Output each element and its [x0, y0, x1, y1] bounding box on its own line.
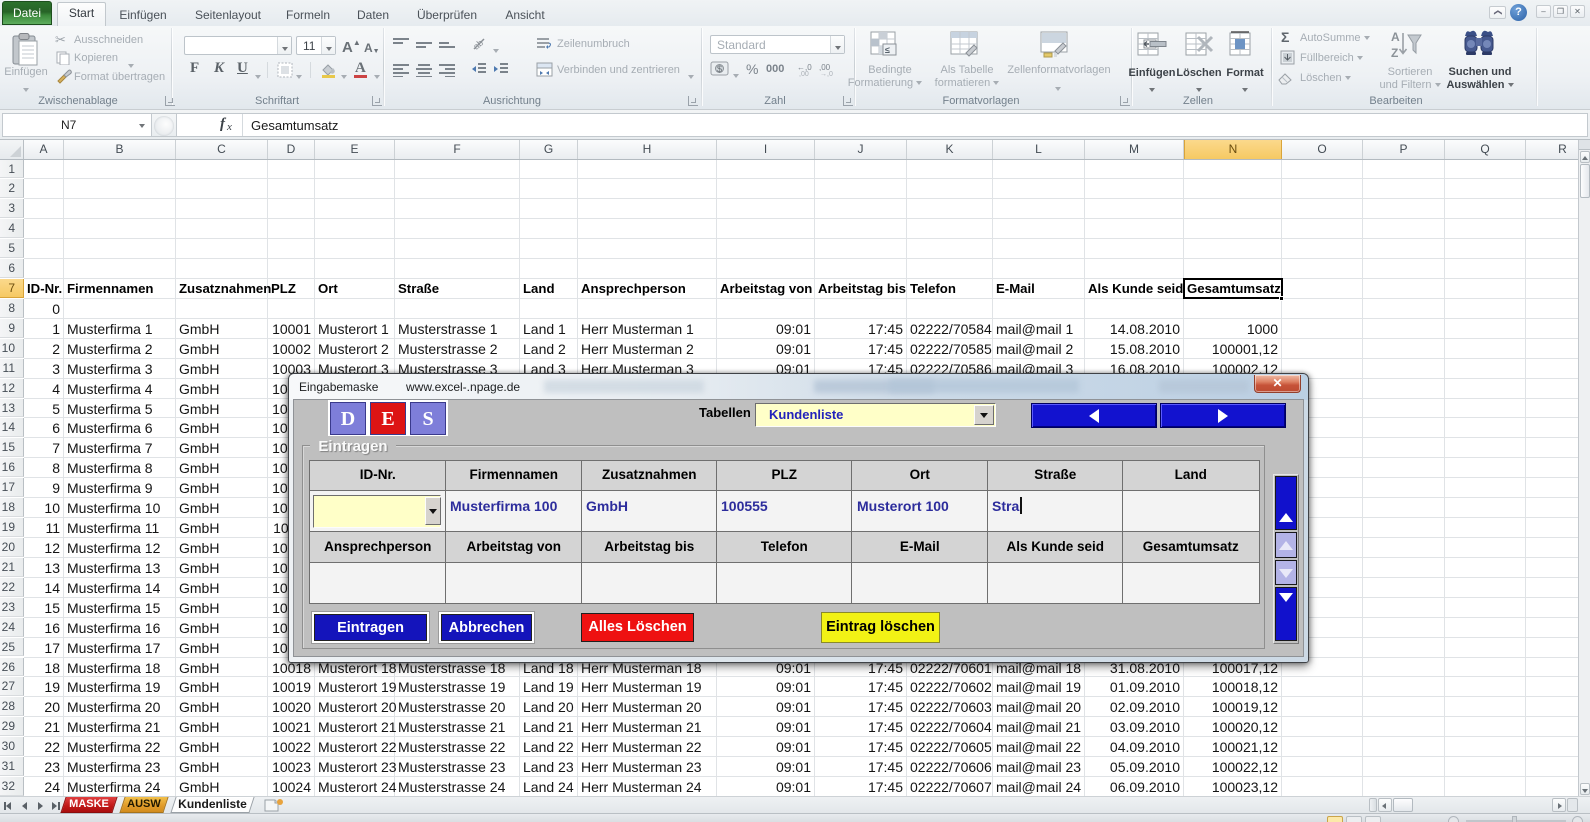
svg-text:→,0: →,0 [820, 71, 833, 77]
svg-text:≤: ≤ [885, 45, 890, 55]
svg-text:A: A [1391, 30, 1400, 44]
svg-text:,00: ,00 [799, 71, 809, 77]
svg-text:Z: Z [1391, 46, 1398, 60]
svg-text:$: $ [717, 64, 722, 74]
